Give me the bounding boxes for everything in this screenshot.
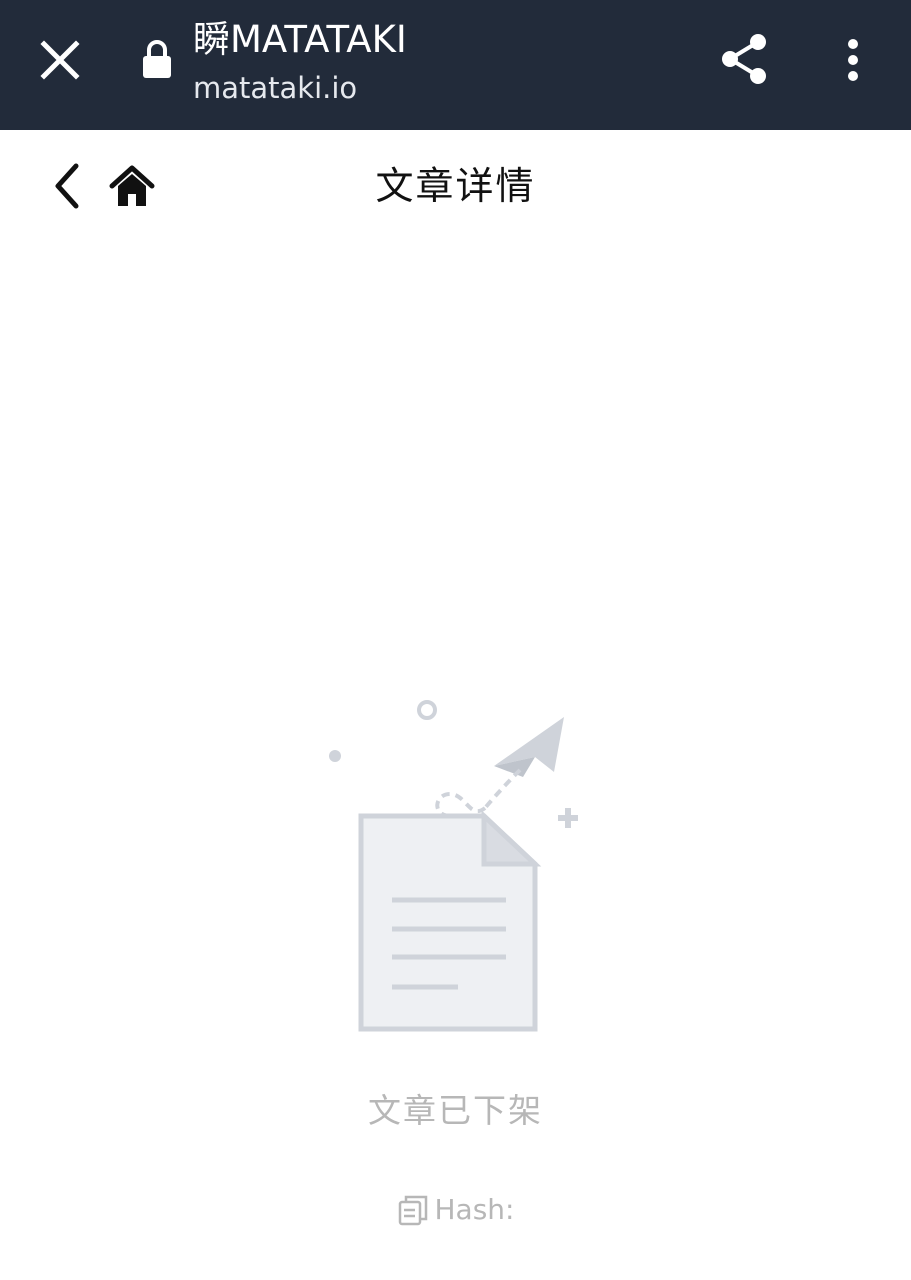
- browser-toolbar: 瞬MATATAKI matataki.io: [0, 0, 911, 130]
- lock-icon: [143, 40, 171, 78]
- nav-title: 文章详情: [375, 164, 536, 208]
- hash-row: Hash:: [0, 1190, 911, 1230]
- share-icon[interactable]: [718, 32, 772, 88]
- close-icon[interactable]: [36, 36, 84, 84]
- hash-label: Hash:: [434, 1193, 515, 1226]
- page-url[interactable]: matataki.io: [193, 70, 357, 106]
- more-vert-icon[interactable]: [836, 36, 870, 84]
- app-navbar: 文章详情: [0, 130, 911, 244]
- paper-plane-document-illustration: [329, 700, 578, 1032]
- empty-state-message: 文章已下架: [368, 1091, 543, 1130]
- page-title: 瞬MATATAKI: [193, 18, 407, 61]
- copy-icon[interactable]: [397, 1193, 429, 1227]
